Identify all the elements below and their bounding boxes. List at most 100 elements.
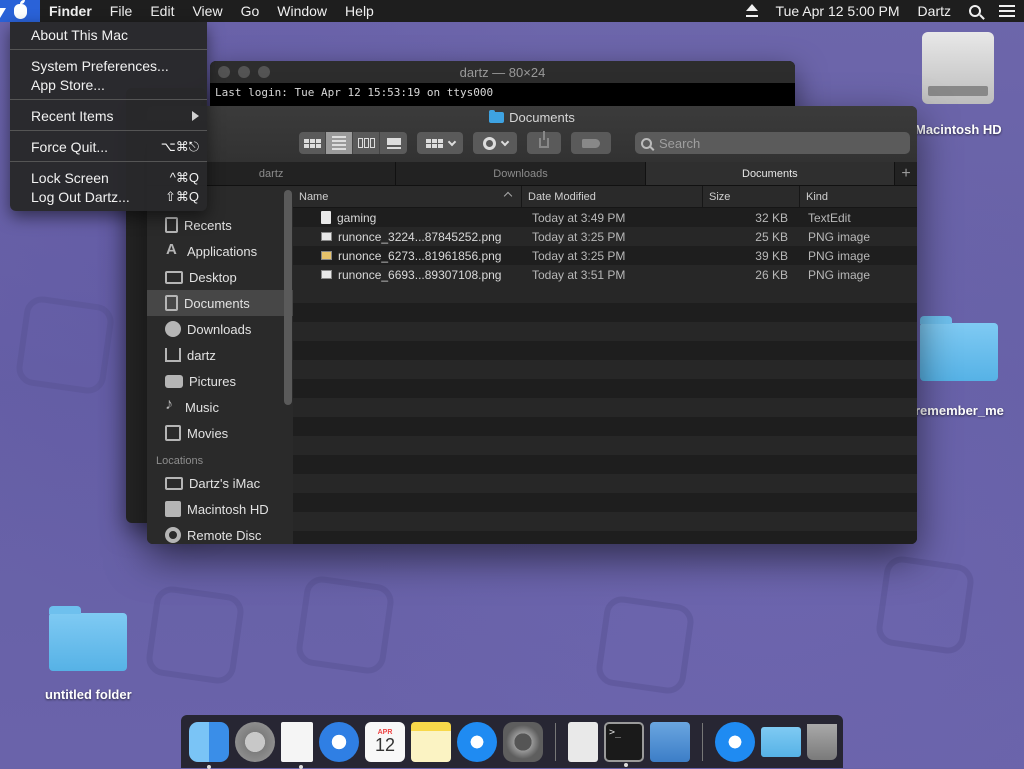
spotlight-icon[interactable] [960, 5, 990, 17]
tab-downloads[interactable]: Downloads [396, 162, 646, 185]
finder-window[interactable]: Documents Search dartz Downloads Documen… [147, 106, 917, 544]
menu-go[interactable]: Go [232, 3, 269, 19]
menu-item-force-quit[interactable]: Force Quit... ⌥⌘⎋ [10, 137, 207, 156]
sidebar-item-pictures[interactable]: Pictures [147, 368, 293, 394]
file-name: runonce_6693...89307108.png [338, 267, 502, 282]
downloads-folder-icon[interactable] [761, 726, 801, 757]
sidebar-item-remote-disc[interactable]: Remote Disc [147, 522, 293, 544]
sidebar-item-desktop[interactable]: Desktop [147, 264, 293, 290]
column-size[interactable]: Size [703, 186, 800, 207]
finder-icon[interactable] [189, 721, 229, 769]
preview-icon[interactable] [650, 721, 690, 762]
search-icon [641, 137, 652, 149]
menu-item-log-out[interactable]: Log Out Dartz... ⇧⌘Q [10, 187, 207, 206]
tags-button[interactable] [571, 132, 611, 154]
sidebar-item-home[interactable]: dartz [147, 342, 293, 368]
sidebar-item-label: Remote Disc [187, 527, 262, 543]
tab-documents[interactable]: Documents [645, 162, 895, 185]
sidebar-item-documents[interactable]: Documents [147, 290, 293, 316]
column-kind[interactable]: Kind [800, 186, 917, 207]
empty-list-area[interactable] [293, 284, 917, 544]
script-editor-icon[interactable] [568, 721, 598, 762]
file-date: Today at 3:51 PM [532, 267, 626, 282]
calendar-icon[interactable]: APR 12 [365, 721, 405, 762]
column-date-modified[interactable]: Date Modified [522, 186, 703, 207]
terminal-titlebar[interactable]: dartz — 80×24 [210, 61, 795, 83]
notes-icon[interactable] [411, 721, 451, 762]
column-name[interactable]: Name [293, 186, 522, 207]
action-gear-button[interactable] [473, 132, 517, 154]
folder-icon [49, 606, 128, 671]
sidebar-item-music[interactable]: Music [147, 394, 293, 420]
calendar-day: 12 [374, 735, 396, 755]
menu-help[interactable]: Help [336, 3, 383, 19]
table-row[interactable]: gaming Today at 3:49 PM 32 KB TextEdit [293, 208, 917, 227]
menu-finder[interactable]: Finder [40, 3, 101, 19]
search-input[interactable]: Search [635, 132, 910, 154]
file-kind: PNG image [808, 229, 871, 244]
desktop-icon-remember-me[interactable]: remember_me [915, 315, 1004, 418]
menu-edit[interactable]: Edit [141, 3, 183, 19]
safari-icon[interactable] [319, 721, 359, 762]
eject-icon[interactable] [737, 3, 767, 17]
trash-icon[interactable] [807, 723, 837, 760]
menu-clock[interactable]: Tue Apr 12 5:00 PM [767, 3, 909, 19]
menu-item-about[interactable]: About This Mac [10, 25, 207, 44]
menu-item-label: Log Out Dartz... [31, 188, 130, 205]
sidebar-item-macintosh-hd[interactable]: Macintosh HD [147, 496, 293, 522]
menu-item-label: App Store... [31, 76, 105, 93]
menu-item-label: About This Mac [31, 26, 129, 43]
textedit-icon[interactable] [281, 721, 313, 769]
sidebar-item-label: Documents [184, 295, 250, 311]
gallery-view-button[interactable] [380, 132, 407, 154]
menu-item-app-store[interactable]: App Store... [10, 75, 207, 94]
desktop-icon-untitled-folder[interactable]: untitled folder [45, 605, 132, 702]
launchpad-icon[interactable] [235, 721, 275, 762]
menu-file[interactable]: File [101, 3, 142, 19]
dock-separator [555, 722, 556, 761]
menu-item-recent-items[interactable]: Recent Items [10, 106, 207, 125]
table-row[interactable]: runonce_6273...81961856.png Today at 3:2… [293, 246, 917, 265]
desktop-icon-label: untitled folder [45, 687, 132, 702]
sidebar-item-label: dartz [187, 347, 216, 363]
sidebar-item-label: Movies [187, 425, 229, 441]
image-file-icon [321, 232, 332, 241]
table-row[interactable]: runonce_3224...87845252.png Today at 3:2… [293, 227, 917, 246]
app-store-icon[interactable] [457, 721, 497, 762]
menu-window[interactable]: Window [268, 3, 336, 19]
menu-view[interactable]: View [183, 3, 231, 19]
view-mode-control [299, 132, 407, 154]
terminal-icon[interactable]: >_ [604, 721, 644, 767]
system-preferences-icon[interactable] [503, 721, 543, 762]
notification-center-icon[interactable] [990, 5, 1024, 17]
dock-separator [702, 722, 703, 761]
sidebar-item-label: Pictures [189, 373, 236, 389]
mouse-cursor-icon [0, 8, 6, 18]
icon-view-button[interactable] [299, 132, 326, 154]
menu-item-system-preferences[interactable]: System Preferences... [10, 56, 207, 75]
menu-shortcut: ⌥⌘⎋ [160, 138, 199, 154]
applications-icon [165, 241, 181, 259]
sidebar-scrollbar[interactable] [284, 190, 292, 405]
desktop-icon-macintosh-hd[interactable]: Macintosh HD [915, 32, 1002, 137]
sidebar-item-movies[interactable]: Movies [147, 420, 293, 446]
menu-item-lock-screen[interactable]: Lock Screen ^⌘Q [10, 168, 207, 187]
app-store-downloads-icon[interactable] [715, 721, 755, 762]
list-view-button[interactable] [326, 132, 353, 154]
sidebar-item-recents[interactable]: Recents [147, 212, 293, 238]
group-button[interactable] [417, 132, 463, 154]
imac-icon [165, 476, 183, 490]
menu-user[interactable]: Dartz [909, 3, 960, 19]
sidebar-item-imac[interactable]: Dartz's iMac [147, 470, 293, 496]
table-row[interactable]: runonce_6693...89307108.png Today at 3:5… [293, 265, 917, 284]
image-file-icon [321, 251, 332, 260]
new-tab-button[interactable]: + [895, 162, 917, 185]
sidebar-item-applications[interactable]: Applications [147, 238, 293, 264]
column-view-button[interactable] [353, 132, 380, 154]
finder-titlebar[interactable]: Documents Search [147, 106, 917, 162]
sidebar-item-label: Downloads [187, 321, 252, 337]
apple-menu-button[interactable] [0, 0, 40, 22]
sidebar-item-downloads[interactable]: Downloads [147, 316, 293, 342]
share-button[interactable] [527, 131, 561, 154]
wallpaper-mark [144, 584, 246, 686]
